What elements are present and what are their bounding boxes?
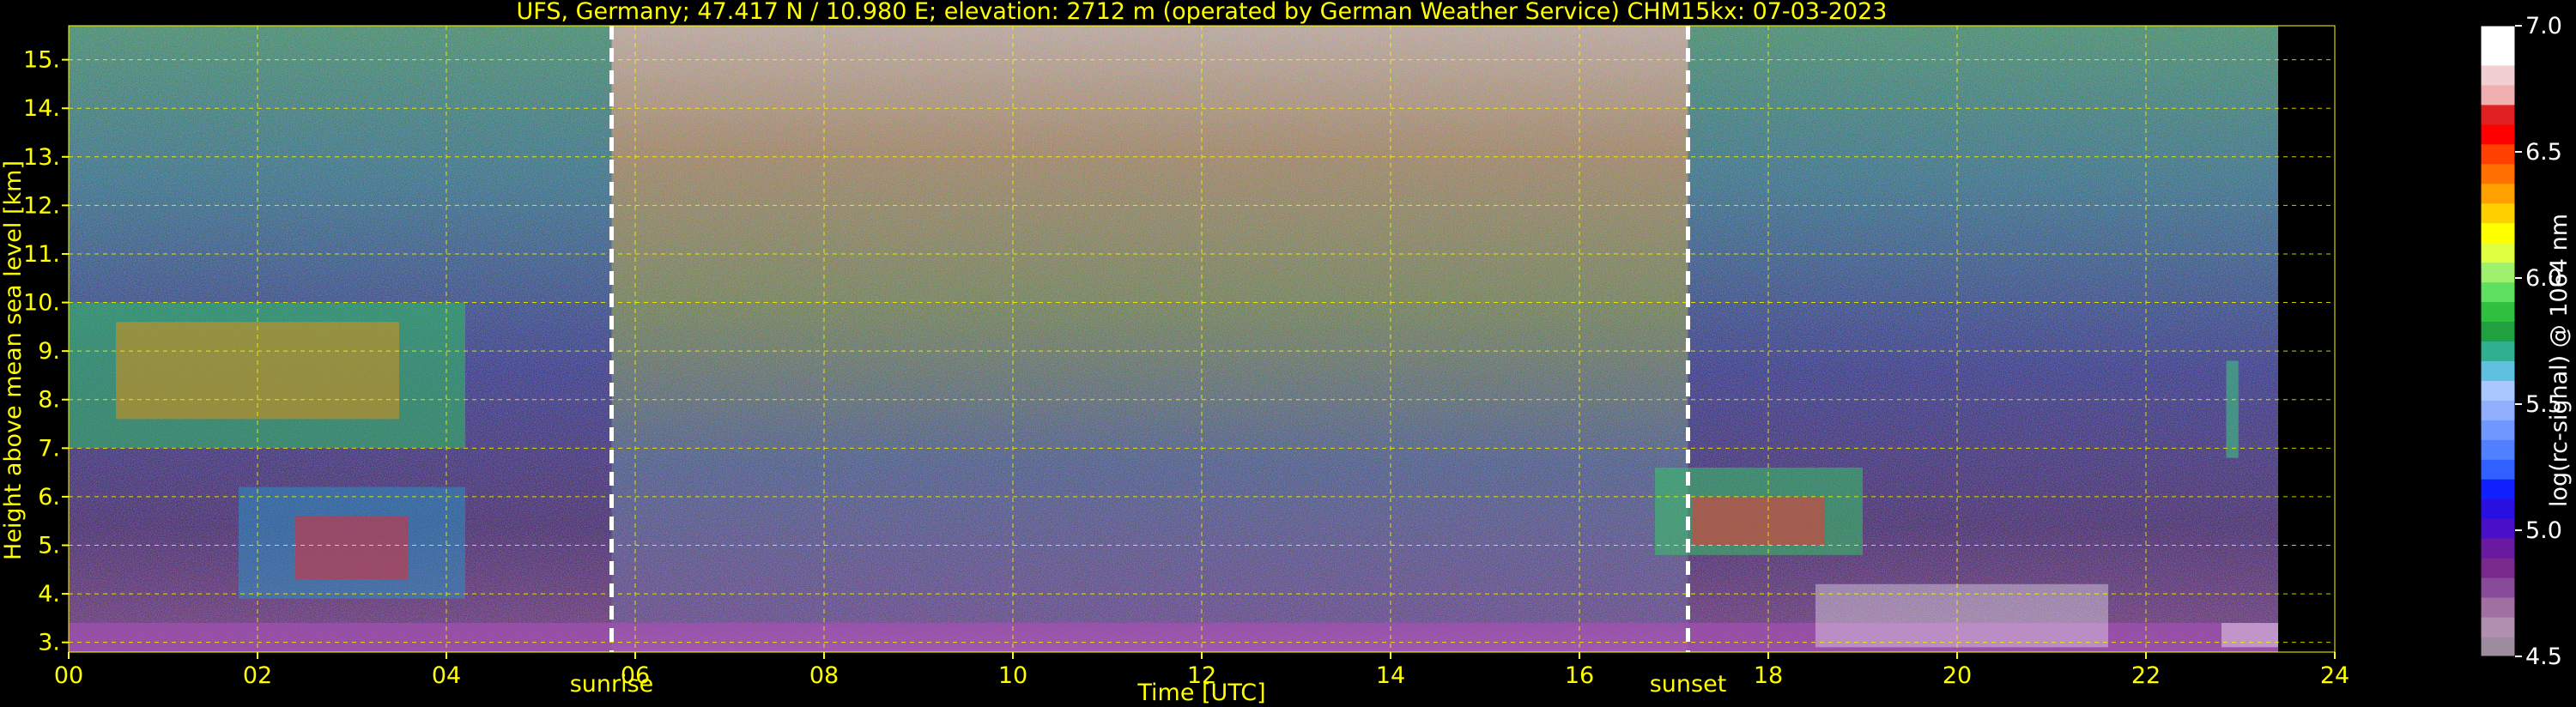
y-tick-label: 8. [38, 387, 60, 414]
y-tick-label: 9. [38, 338, 60, 365]
x-tick-label: 22 [2131, 662, 2161, 689]
colorbar-segment [2481, 499, 2515, 519]
x-tick-label: 04 [432, 662, 461, 689]
y-tick-label: 12. [23, 192, 60, 219]
x-tick-label: 20 [1943, 662, 1972, 689]
plot-area [68, 25, 2336, 653]
colorbar-segment [2481, 597, 2515, 618]
cloud-core-middle [295, 516, 409, 580]
colorbar-segment [2481, 26, 2515, 46]
event-label-sunrise: sunrise [570, 671, 654, 698]
y-tick-label: 3. [38, 630, 60, 656]
colorbar-tick-label: 5.0 [2525, 517, 2562, 544]
colorbar-tick-label: 4.5 [2525, 644, 2562, 670]
y-tick-label: 6. [38, 484, 60, 511]
colorbar-segment [2481, 124, 2515, 145]
x-axis-label: Time [UTC] [1136, 680, 1265, 706]
colorbar-segment [2481, 459, 2515, 480]
cloud-streak-late [2226, 360, 2239, 458]
colorbar-segment [2481, 518, 2515, 539]
colorbar-segment [2481, 321, 2515, 341]
colorbar-segment [2481, 538, 2515, 559]
colorbar-segment [2481, 420, 2515, 440]
x-tick-label: 18 [1754, 662, 1783, 689]
no-data-region [2278, 26, 2335, 652]
y-tick-label: 10. [23, 290, 60, 317]
colorbar-segment [2481, 64, 2515, 86]
colorbar-segment [2481, 281, 2515, 303]
colorbar-segment [2481, 380, 2515, 401]
x-tick-label: 00 [54, 662, 83, 689]
y-tick-label: 7. [38, 435, 60, 462]
y-axis-ticks: 3. 4. 5. 6. 7. 8. 9. 10. 11. 12. 13. 14. 15. [23, 47, 69, 656]
x-tick-label: 10 [998, 662, 1027, 689]
colorbar-segment [2481, 183, 2515, 204]
x-tick-label: 02 [243, 662, 272, 689]
colorbar-segment [2481, 301, 2515, 323]
colorbar-tick-label: 7.0 [2525, 13, 2562, 39]
y-tick-label: 11. [23, 241, 60, 268]
colorbar-tick-label: 6.5 [2525, 139, 2562, 166]
chart-title: UFS, Germany; 47.417 N / 10.980 E; eleva… [517, 0, 1888, 25]
y-tick-label: 5. [38, 533, 60, 559]
colorbar-segment [2481, 439, 2515, 460]
colorbar-segment [2481, 558, 2515, 578]
y-tick-label: 13. [23, 144, 60, 171]
colorbar-segment [2481, 242, 2515, 263]
colorbar-segment [2481, 163, 2515, 184]
colorbar-segment [2481, 84, 2515, 106]
y-tick-label: 4. [38, 581, 60, 607]
colorbar-segment [2481, 341, 2515, 361]
x-tick-label: 24 [2320, 662, 2349, 689]
y-tick-label: 14. [23, 95, 60, 122]
x-tick-label: 16 [1565, 662, 1594, 689]
colorbar-segment [2481, 479, 2515, 499]
low-cloud-late [2221, 623, 2278, 648]
cloud-core-evening [1693, 496, 1825, 546]
colorbar-segment [2481, 45, 2515, 66]
y-tick-label: 15. [23, 47, 60, 74]
colorbar-segment [2481, 617, 2515, 638]
lidar-figure: 00 02 04 06 08 10 12 14 16 18 20 22 24 3.4.5.6.7.8.9… [0, 0, 2573, 706]
colorbar-label: log(rc-signal) @ 1064 nm [2546, 214, 2573, 507]
colorbar-segment [2481, 577, 2515, 598]
x-tick-label: 08 [809, 662, 839, 689]
colorbar-segment [2481, 104, 2515, 125]
event-label-sunset: sunset [1650, 671, 1727, 698]
colorbar-segment [2481, 262, 2515, 283]
colorbar-segment [2481, 222, 2515, 244]
colorbar-segment [2481, 400, 2515, 420]
colorbar-segment [2481, 360, 2515, 381]
colorbar-segment [2481, 143, 2515, 165]
colorbar-segment [2481, 202, 2515, 224]
x-tick-label: 14 [1376, 662, 1405, 689]
colorbar-segment [2481, 637, 2515, 657]
y-axis-label: Height above mean sea level [km] [0, 160, 27, 560]
